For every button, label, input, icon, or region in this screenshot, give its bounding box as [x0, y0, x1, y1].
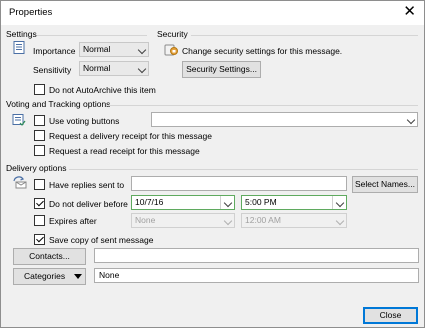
expires-after-label: Expires after [49, 216, 97, 226]
read-receipt-label: Request a read receipt for this message [49, 146, 200, 156]
settings-divider [37, 35, 147, 36]
deliver-time-picker[interactable]: 5:00 PM [241, 195, 347, 210]
close-button[interactable]: Close [363, 307, 418, 324]
chevron-down-icon [406, 115, 416, 125]
expires-time-picker[interactable]: 12:00 AM [241, 213, 347, 228]
use-voting-buttons-label: Use voting buttons [49, 116, 120, 126]
use-voting-buttons-checkbox[interactable] [34, 115, 45, 126]
select-names-button[interactable]: Select Names... [352, 176, 418, 193]
expires-date-picker[interactable]: None [131, 213, 235, 228]
dropdown-triangle-icon [74, 274, 82, 279]
importance-value: Normal [83, 44, 111, 54]
deliver-time-value: 5:00 PM [245, 197, 277, 207]
document-icon [13, 41, 25, 54]
expires-time-value: 12:00 AM [245, 215, 281, 225]
delivery-receipt-label: Request a delivery receipt for this mess… [49, 131, 212, 141]
chevron-down-icon [335, 216, 345, 226]
chevron-down-icon [137, 64, 147, 74]
delivery-divider [69, 169, 418, 170]
save-copy-checkbox[interactable] [34, 234, 45, 245]
delivery-icon [13, 176, 27, 189]
voting-section-label: Voting and Tracking options [6, 99, 111, 109]
properties-dialog: Properties ✕ Settings Importance Normal … [0, 0, 425, 328]
deliver-date-picker[interactable]: 10/7/16 [131, 195, 235, 210]
contacts-button[interactable]: Contacts... [13, 248, 86, 265]
security-lock-icon [164, 44, 178, 56]
do-not-autoarchive-label: Do not AutoArchive this item [49, 85, 156, 95]
do-not-deliver-checkbox[interactable] [34, 198, 45, 209]
contacts-input[interactable] [94, 248, 419, 263]
chevron-down-icon [137, 45, 147, 55]
security-settings-button[interactable]: Security Settings... [182, 61, 261, 78]
have-replies-input[interactable] [131, 176, 347, 191]
title-bar: Properties ✕ [1, 1, 424, 25]
do-not-autoarchive-checkbox[interactable] [34, 84, 45, 95]
chevron-down-icon [335, 198, 345, 208]
window-title: Properties [9, 7, 53, 18]
categories-button[interactable]: Categories [13, 268, 86, 285]
sensitivity-select[interactable]: Normal [79, 61, 149, 76]
delivery-receipt-checkbox[interactable] [34, 130, 45, 141]
settings-section-label: Settings [6, 29, 37, 39]
deliver-date-value: 10/7/16 [135, 197, 164, 207]
categories-button-label: Categories [24, 271, 66, 281]
voting-divider [109, 105, 418, 106]
expires-after-checkbox[interactable] [34, 215, 45, 226]
chevron-down-icon [223, 198, 233, 208]
categories-input[interactable]: None [94, 268, 419, 283]
read-receipt-checkbox[interactable] [34, 145, 45, 156]
save-copy-label: Save copy of sent message [49, 235, 154, 245]
security-divider [191, 35, 418, 36]
have-replies-checkbox[interactable] [34, 179, 45, 190]
have-replies-label: Have replies sent to [49, 180, 125, 190]
sensitivity-value: Normal [83, 63, 111, 73]
security-description: Change security settings for this messag… [182, 46, 343, 56]
close-icon[interactable]: ✕ [403, 4, 416, 19]
voting-buttons-select[interactable] [151, 112, 418, 127]
security-section-label: Security [157, 29, 188, 39]
importance-label: Importance [33, 46, 76, 56]
voting-icon [12, 114, 26, 126]
importance-select[interactable]: Normal [79, 42, 149, 57]
chevron-down-icon [223, 216, 233, 226]
do-not-deliver-label: Do not deliver before [49, 199, 128, 209]
expires-date-value: None [135, 215, 156, 225]
delivery-section-label: Delivery options [6, 163, 67, 173]
sensitivity-label: Sensitivity [33, 65, 72, 75]
